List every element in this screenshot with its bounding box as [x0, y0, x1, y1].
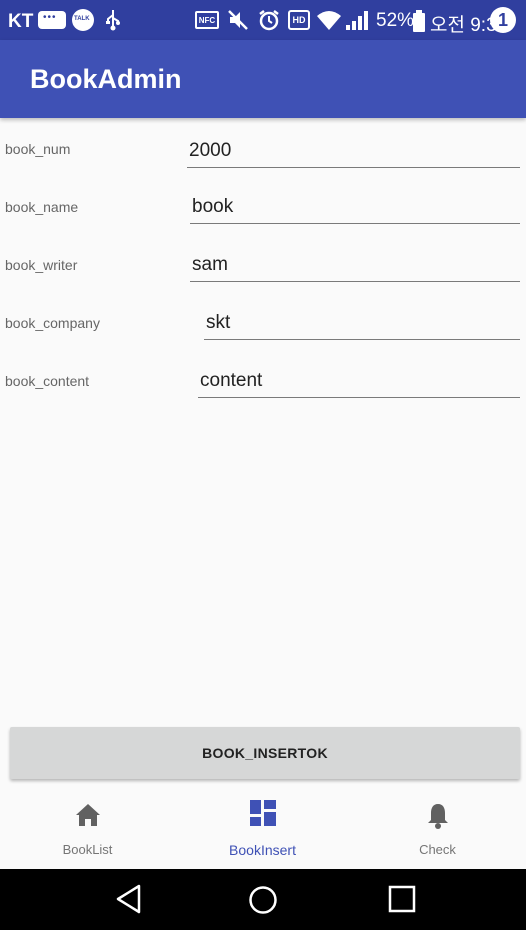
- nav-item-bookinsert[interactable]: BookInsert: [175, 787, 350, 869]
- book-company-input[interactable]: [204, 306, 520, 340]
- kakaotalk-icon: [72, 9, 94, 31]
- message-icon: [38, 11, 66, 29]
- bottom-navigation: BookList BookInsert Check: [0, 787, 526, 869]
- system-navigation-bar: [0, 869, 526, 930]
- hd-icon: HD: [288, 10, 310, 30]
- home-icon: [75, 803, 101, 832]
- alarm-icon: [257, 9, 281, 31]
- book-insert-ok-button[interactable]: BOOK_INSERTOK: [10, 727, 520, 779]
- nav-label-bookinsert: BookInsert: [229, 842, 296, 858]
- mute-icon: [227, 9, 251, 31]
- book-content-input[interactable]: [198, 364, 520, 398]
- battery-percentage: 52%: [376, 10, 415, 31]
- recent-apps-icon[interactable]: [388, 885, 416, 918]
- home-circle-icon[interactable]: [248, 885, 278, 920]
- wifi-icon: [316, 9, 342, 31]
- book-company-label: book_company: [5, 315, 100, 331]
- carrier-label: KT: [8, 11, 34, 32]
- book-name-label: book_name: [5, 199, 79, 215]
- book-num-input[interactable]: [187, 134, 520, 168]
- nav-item-booklist[interactable]: BookList: [0, 787, 175, 869]
- nfc-icon: NFC: [195, 11, 219, 29]
- nav-label-check: Check: [419, 842, 456, 857]
- usb-icon: [104, 9, 122, 31]
- signal-icon: [344, 9, 372, 31]
- nav-item-check[interactable]: Check: [350, 787, 525, 869]
- book-writer-input[interactable]: [190, 248, 520, 282]
- book-writer-label: book_writer: [5, 257, 78, 273]
- status-bar: KT NFC HD 52% 오전 9:31 1: [0, 0, 526, 40]
- notification-count-badge: 1: [490, 7, 516, 33]
- book-name-row: book_name: [0, 180, 526, 238]
- book-num-label: book_num: [5, 141, 71, 157]
- bell-icon: [427, 803, 449, 834]
- app-bar: BookAdmin: [0, 40, 526, 118]
- book-content-label: book_content: [5, 373, 90, 389]
- book-num-row: book_num: [0, 122, 526, 180]
- book-company-row: book_company: [0, 296, 526, 354]
- dashboard-icon: [249, 800, 276, 831]
- app-title: BookAdmin: [30, 64, 182, 94]
- book-writer-row: book_writer: [0, 238, 526, 296]
- battery-icon: [413, 10, 425, 32]
- book-name-input[interactable]: [190, 190, 520, 224]
- book-content-row: book_content: [0, 354, 526, 412]
- nav-label-booklist: BookList: [62, 842, 113, 857]
- back-icon[interactable]: [115, 883, 143, 920]
